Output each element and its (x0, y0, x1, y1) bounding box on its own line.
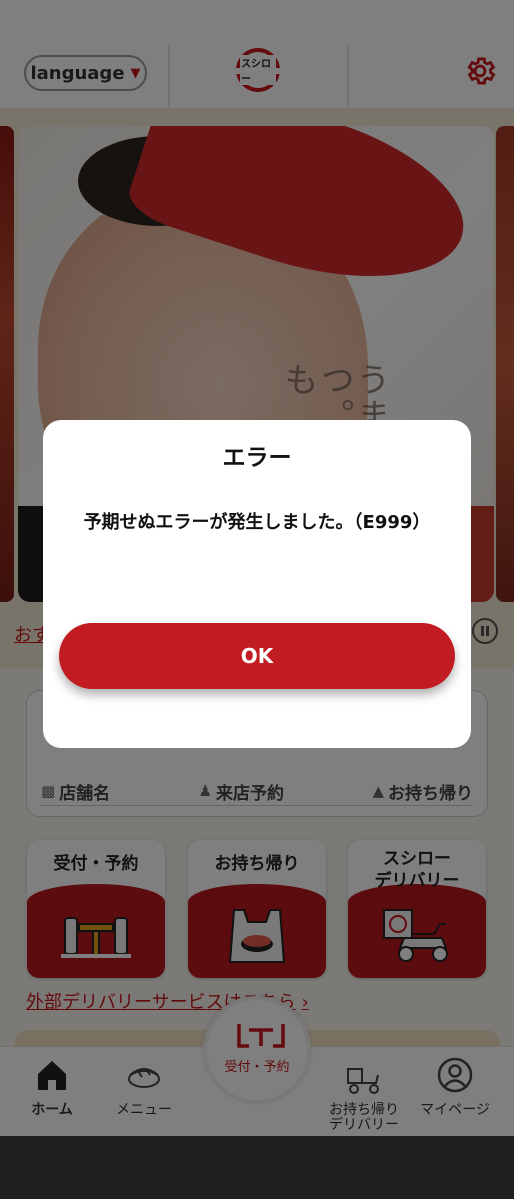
dialog-message: 予期せぬエラーが発生しました。（E999） (83, 512, 431, 533)
error-dialog: エラー 予期せぬエラーが発生しました。（E999） (43, 420, 471, 748)
modal-overlay-bottom (0, 1136, 514, 1199)
dialog-title: エラー (222, 445, 292, 471)
ok-button[interactable]: OK (59, 623, 455, 689)
